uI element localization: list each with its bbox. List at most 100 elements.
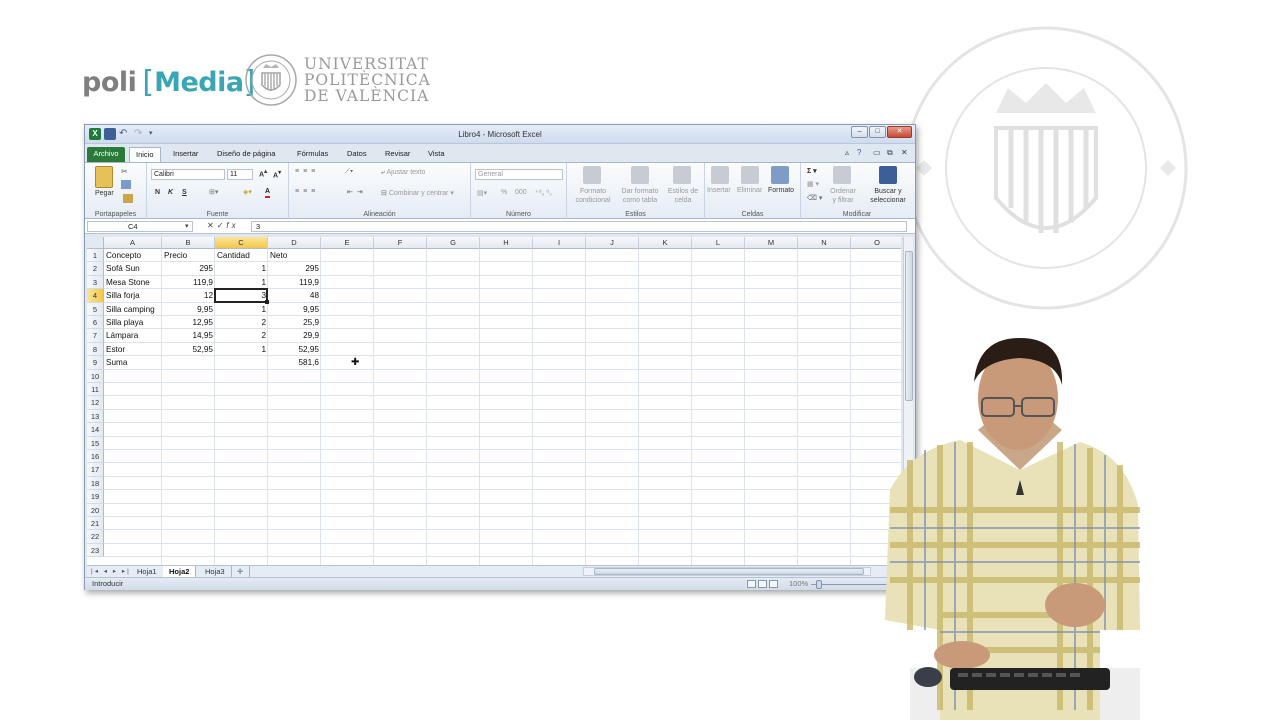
conditional-format-button[interactable]: Formato condicional (569, 187, 617, 205)
orientation-icon[interactable]: ⟋▾ (345, 168, 353, 176)
column-header-i[interactable]: I (533, 237, 586, 249)
delete-cells-icon[interactable] (741, 166, 759, 184)
column-header-f[interactable]: F (374, 237, 427, 249)
tab-archivo[interactable]: Archivo (87, 147, 125, 162)
zoom-slider-knob[interactable] (816, 580, 822, 589)
row-header-7[interactable]: 7 (87, 329, 104, 343)
cancel-entry-icon[interactable]: ✕ (207, 221, 217, 230)
tab-diseno-pagina[interactable]: Diseño de página (217, 147, 275, 162)
row-header-6[interactable]: 6 (87, 316, 104, 330)
cell-styles-button[interactable]: Estilos de celda (663, 187, 703, 205)
fill-handle[interactable] (265, 299, 269, 304)
value-cell[interactable]: 29,9 (268, 329, 321, 342)
worksheet-grid[interactable]: A B C D E F G H I J K L M N O 1 2 3 4 5 6 7 8 9 10 11 12 13 14 15 16 17… (87, 237, 901, 565)
value-cell[interactable]: 9,95 (268, 303, 321, 316)
wrap-text-button[interactable]: ⤶ Ajustar texto (381, 169, 425, 177)
concept-cell[interactable]: Silla forja (104, 289, 162, 302)
active-cell-outline[interactable] (214, 288, 268, 303)
column-header-j[interactable]: J (586, 237, 639, 249)
value-cell[interactable]: 1 (215, 343, 268, 356)
format-painter-icon[interactable] (123, 194, 133, 203)
minimize-button[interactable]: – (851, 126, 868, 138)
decimal-icons[interactable]: ⁺⁰₀ ⁰₀ (535, 189, 552, 197)
header-cell[interactable]: Neto (268, 249, 321, 262)
value-cell[interactable]: 119,9 (162, 276, 215, 289)
font-size-select[interactable]: 11 (227, 169, 253, 180)
value-cell[interactable]: 295 (268, 262, 321, 275)
row-header-11[interactable]: 11 (87, 383, 104, 397)
horizontal-align-icons[interactable]: ≡≡≡ (295, 188, 319, 195)
underline-button[interactable]: S (182, 189, 187, 196)
conditional-format-icon[interactable] (583, 166, 601, 184)
help-icon[interactable]: ? (857, 148, 861, 157)
comma-style-icon[interactable]: 000 (515, 189, 527, 196)
cell-styles-icon[interactable] (673, 166, 691, 184)
doc-minimize-icon[interactable]: ▭ (873, 148, 881, 157)
column-header-n[interactable]: N (798, 237, 851, 249)
format-cells-icon[interactable] (771, 166, 789, 184)
tab-revisar[interactable]: Revisar (385, 147, 410, 162)
indent-icons[interactable]: ⇤⇥ (347, 188, 367, 196)
row-header-10[interactable]: 10 (87, 369, 104, 383)
name-box-dropdown-icon[interactable]: ▾ (185, 222, 189, 230)
accounting-format-icon[interactable]: ▤▾ (477, 189, 487, 197)
tab-vista[interactable]: Vista (428, 147, 445, 162)
paste-label[interactable]: Pegar (95, 190, 114, 197)
column-header-k[interactable]: K (639, 237, 692, 249)
column-header-g[interactable]: G (427, 237, 480, 249)
concept-cell[interactable]: Sofá Sun (104, 262, 162, 275)
row-header-13[interactable]: 13 (87, 409, 104, 424)
row-header-12[interactable]: 12 (87, 396, 104, 410)
concept-cell[interactable]: Estor (104, 343, 162, 356)
value-cell[interactable]: 295 (162, 262, 215, 275)
page-layout-view-icon[interactable] (758, 580, 767, 588)
horizontal-scrollbar[interactable] (583, 567, 871, 576)
autosum-icon[interactable]: Σ ▾ (807, 167, 817, 175)
percent-icon[interactable]: % (501, 189, 507, 196)
row-header-19[interactable]: 19 (87, 490, 104, 504)
sheet-tab-hoja2[interactable]: Hoja2 (163, 566, 197, 577)
column-header-o[interactable]: O (851, 237, 901, 249)
header-cell[interactable]: Cantidad (215, 249, 268, 262)
copy-icon[interactable] (121, 180, 131, 189)
value-cell[interactable]: 1 (215, 303, 268, 316)
sort-filter-icon[interactable] (833, 166, 851, 184)
row-header-15[interactable]: 15 (87, 436, 104, 450)
page-break-view-icon[interactable] (769, 580, 778, 588)
row-header-2[interactable]: 2 (87, 262, 104, 276)
row-header-17[interactable]: 17 (87, 463, 104, 477)
header-cell[interactable]: Precio (162, 249, 215, 262)
insert-cells-icon[interactable] (711, 166, 729, 184)
paste-icon[interactable] (95, 166, 113, 188)
value-cell[interactable]: 52,95 (268, 343, 321, 356)
column-header-b[interactable]: B (162, 237, 215, 249)
value-cell[interactable]: 12 (162, 289, 215, 302)
sheet-tab-hoja3[interactable]: Hoja3 (199, 566, 232, 577)
row-header-5[interactable]: 5 (87, 302, 104, 316)
font-name-select[interactable]: Calibri (151, 169, 225, 180)
clear-icon[interactable]: ⌫ ▾ (807, 194, 822, 202)
sort-filter-button[interactable]: Ordenar y filtrar (823, 187, 863, 205)
value-cell[interactable]: 2 (215, 316, 268, 329)
format-cells-button[interactable]: Formato (768, 187, 794, 194)
number-format-select[interactable]: General (475, 169, 563, 180)
row-header-16[interactable]: 16 (87, 450, 104, 464)
column-header-a[interactable]: A (104, 237, 162, 249)
merge-center-button[interactable]: ⊟ Combinar y centrar ▾ (381, 189, 454, 197)
italic-button[interactable]: K (168, 189, 173, 196)
sheet-nav-arrows-icon[interactable]: |◂ ◂ ▸ ▸| (91, 567, 131, 575)
value-cell[interactable]: 1 (215, 276, 268, 289)
row-header-20[interactable]: 20 (87, 503, 104, 517)
find-select-button[interactable]: Buscar y seleccionar (865, 187, 911, 205)
zoom-level[interactable]: 100% (789, 578, 808, 590)
column-header-d[interactable]: D (268, 237, 321, 249)
row-header-22[interactable]: 22 (87, 530, 104, 544)
concept-cell[interactable]: Silla playa (104, 316, 162, 329)
insert-sheet-icon[interactable]: ✚ (231, 566, 251, 577)
normal-view-icon[interactable] (747, 580, 756, 588)
column-header-e[interactable]: E (321, 237, 374, 249)
row-header-4[interactable]: 4 (87, 289, 104, 303)
column-header-l[interactable]: L (692, 237, 745, 249)
tab-inicio[interactable]: Inicio (129, 147, 161, 162)
row-header-18[interactable]: 18 (87, 476, 104, 491)
